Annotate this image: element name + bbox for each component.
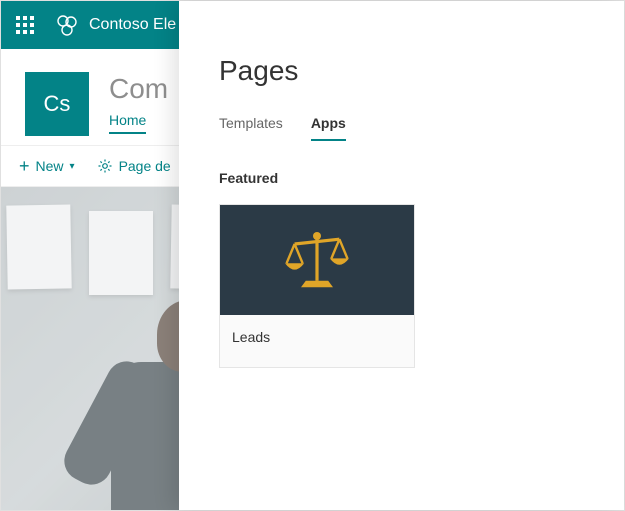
suite-title: Contoso Ele: [89, 16, 176, 34]
site-logo[interactable]: Cs: [25, 72, 89, 136]
page-details-button[interactable]: Page de: [97, 158, 171, 174]
app-tile-label: Leads: [220, 315, 414, 367]
gear-icon: [97, 158, 113, 174]
scales-icon: [220, 205, 414, 315]
site-title: Com: [109, 74, 168, 105]
new-button-label: New: [36, 158, 64, 174]
site-nav: Home: [109, 112, 168, 134]
nav-home[interactable]: Home: [109, 112, 146, 134]
app-tile-leads[interactable]: Leads: [219, 204, 415, 368]
new-button[interactable]: + New ▾: [19, 157, 75, 175]
page-details-label: Page de: [119, 158, 171, 174]
app-launcher-icon[interactable]: [9, 9, 41, 41]
panel-title: Pages: [219, 55, 584, 87]
plus-icon: +: [19, 157, 30, 175]
featured-label: Featured: [219, 170, 584, 186]
tab-templates[interactable]: Templates: [219, 115, 283, 141]
sharepoint-logo-icon: [55, 13, 79, 37]
panel-tabs: Templates Apps: [219, 115, 584, 142]
tab-apps[interactable]: Apps: [311, 115, 346, 141]
chevron-down-icon: ▾: [70, 161, 75, 172]
pages-panel: Pages Templates Apps Featured: [179, 1, 624, 510]
